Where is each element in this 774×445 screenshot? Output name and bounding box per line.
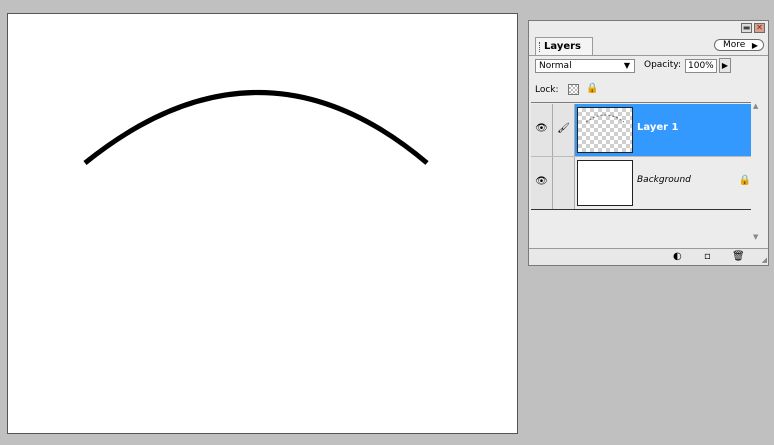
- layer-thumbnail: [577, 107, 633, 153]
- opacity-slider-button[interactable]: ▶: [719, 58, 731, 73]
- eye-icon[interactable]: 👁: [531, 157, 553, 209]
- minimize-button[interactable]: ▬: [741, 23, 752, 33]
- lock-transparency-icon[interactable]: [568, 84, 579, 95]
- scroll-down-icon[interactable]: ▼: [753, 233, 758, 241]
- layer-link-slot[interactable]: [553, 157, 575, 209]
- layer-row-background[interactable]: 👁 Background 🔒: [531, 156, 751, 209]
- chevron-right-icon: ▶: [751, 41, 758, 50]
- thumbnail-arc: [585, 114, 625, 123]
- trash-icon[interactable]: 🗑: [732, 251, 745, 262]
- panel-bottom-toolbar: ◐ ▫ 🗑 ◢: [529, 248, 768, 265]
- opacity-input[interactable]: 100%: [685, 59, 717, 73]
- panel-window-controls: ▬ ✕: [741, 23, 765, 33]
- layers-panel: ▬ ✕ Layers More ▶ Normal ▼ Opacity: 100%…: [528, 20, 769, 266]
- eye-icon[interactable]: 👁: [531, 104, 553, 156]
- brush-icon[interactable]: 🖌: [553, 104, 575, 156]
- chevron-down-icon: ▼: [623, 61, 630, 70]
- lock-label: Lock:: [535, 85, 559, 95]
- document-canvas[interactable]: [7, 13, 518, 434]
- layer-name[interactable]: Layer 1: [637, 122, 678, 133]
- blend-mode-select[interactable]: Normal ▼: [535, 59, 635, 73]
- canvas-artwork: [83, 90, 429, 165]
- layer-list-scrollbar[interactable]: ▲ ▼: [753, 102, 765, 252]
- opacity-label: Opacity:: [644, 60, 681, 70]
- scroll-up-icon[interactable]: ▲: [753, 102, 758, 110]
- lock-icon: 🔒: [738, 175, 751, 186]
- arc-stroke: [83, 90, 429, 165]
- more-label: More: [723, 40, 746, 50]
- layer-name[interactable]: Background: [637, 175, 691, 185]
- lock-icon[interactable]: 🔒: [586, 83, 598, 94]
- layer-list: 👁 🖌 Layer 1 👁 Background 🔒: [531, 102, 751, 210]
- layer-thumbnail: [577, 160, 633, 206]
- panel-tabbar: Layers More ▶: [529, 35, 768, 56]
- more-menu-button[interactable]: More ▶: [714, 39, 764, 51]
- resize-grip-icon[interactable]: ◢: [762, 256, 767, 264]
- layer-row-layer-1[interactable]: 👁 🖌 Layer 1: [531, 104, 751, 156]
- tab-layers[interactable]: Layers: [535, 37, 593, 55]
- adjustment-layer-icon[interactable]: ◐: [673, 251, 682, 262]
- new-layer-icon[interactable]: ▫: [704, 251, 711, 262]
- close-button[interactable]: ✕: [754, 23, 765, 33]
- blend-mode-value: Normal: [539, 61, 572, 71]
